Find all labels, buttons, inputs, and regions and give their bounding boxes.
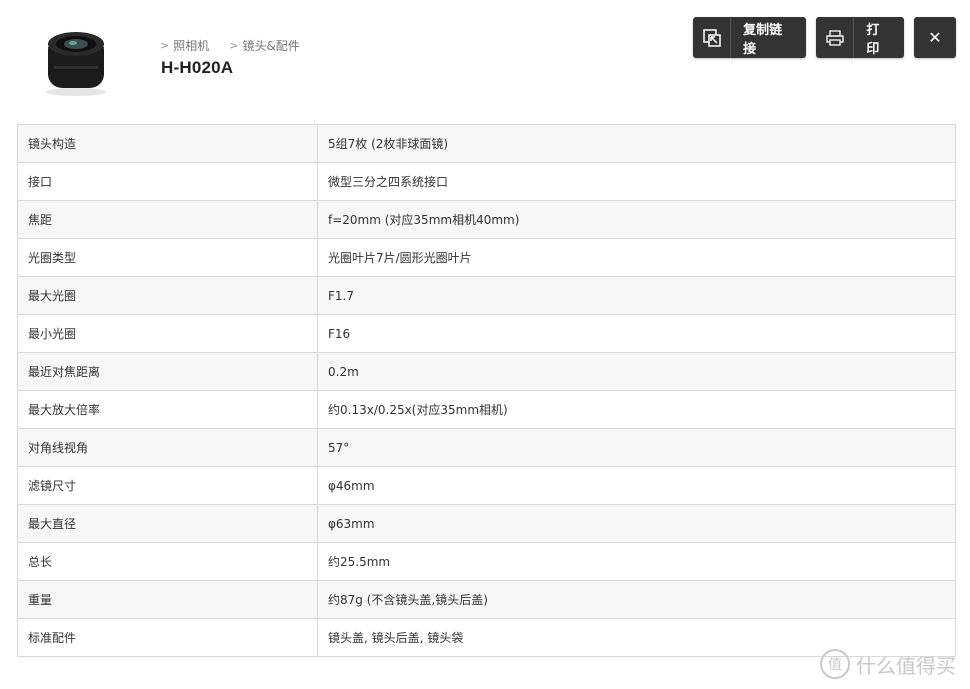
spec-value: 约25.5mm	[317, 542, 956, 581]
spec-value: f=20mm (对应35mm相机40mm)	[317, 200, 956, 239]
table-row: 对角线视角 57°	[17, 428, 956, 467]
breadcrumb-item-lenses[interactable]: > 镜头&配件	[229, 37, 300, 54]
spec-value: 光圈叶片7片/圆形光圈叶片	[317, 238, 956, 277]
chevron-right-icon: >	[160, 39, 170, 52]
spec-label: 焦距	[17, 200, 318, 239]
copy-link-label: 复制链接	[743, 22, 783, 57]
close-icon: ✕	[928, 28, 942, 47]
table-row: 光圈类型 光圈叶片7片/圆形光圈叶片	[17, 238, 956, 277]
print-button[interactable]: 打印	[816, 17, 904, 58]
external-link-icon	[693, 17, 732, 58]
table-row: 焦距 f=20mm (对应35mm相机40mm)	[17, 200, 956, 239]
spec-label: 最大直径	[17, 504, 318, 543]
table-row: 重量 约87g (不含镜头盖,镜头后盖)	[17, 580, 956, 619]
spec-value: 5组7枚 (2枚非球面镜)	[317, 124, 956, 163]
lens-product-image	[46, 32, 106, 96]
spec-value: 0.2m	[317, 352, 956, 391]
watermark-badge: 值	[820, 649, 850, 679]
spec-label: 接口	[17, 162, 318, 201]
spec-value: 约0.13x/0.25x(对应35mm相机)	[317, 390, 956, 429]
table-row: 滤镜尺寸 φ46mm	[17, 466, 956, 505]
table-row: 接口 微型三分之四系统接口	[17, 162, 956, 201]
chevron-right-icon: >	[229, 39, 239, 52]
spec-label: 光圈类型	[17, 238, 318, 277]
spec-label: 重量	[17, 580, 318, 619]
table-row: 镜头构造 5组7枚 (2枚非球面镜)	[17, 124, 956, 163]
watermark-text: 什么值得买	[856, 653, 956, 678]
table-row: 最大光圈 F1.7	[17, 276, 956, 315]
printer-icon	[816, 17, 855, 58]
spec-value: F1.7	[317, 276, 956, 315]
breadcrumb-label: 照相机	[173, 39, 210, 53]
watermark: 值 什么值得买	[820, 649, 956, 679]
spec-value: 微型三分之四系统接口	[317, 162, 956, 201]
spec-value: F16	[317, 314, 956, 353]
spec-label: 最近对焦距离	[17, 352, 318, 391]
spec-value: φ63mm	[317, 504, 956, 543]
spec-value: 57°	[317, 428, 956, 467]
close-button[interactable]: ✕	[914, 17, 956, 58]
spec-label: 镜头构造	[17, 124, 318, 163]
spec-label: 总长	[17, 542, 318, 581]
table-row: 最大直径 φ63mm	[17, 504, 956, 543]
table-row: 最近对焦距离 0.2m	[17, 352, 956, 391]
breadcrumb: > 照相机 > 镜头&配件	[160, 37, 314, 54]
page-header: > 照相机 > 镜头&配件 H-H020A 复制链接 打印 ✕	[0, 0, 970, 110]
spec-label: 对角线视角	[17, 428, 318, 467]
breadcrumb-label: 镜头&配件	[242, 39, 300, 53]
copy-link-button[interactable]: 复制链接	[693, 17, 806, 58]
spec-label: 最小光圈	[17, 314, 318, 353]
spec-label: 滤镜尺寸	[17, 466, 318, 505]
spec-table: 镜头构造 5组7枚 (2枚非球面镜) 接口 微型三分之四系统接口 焦距 f=20mm …	[17, 124, 956, 657]
page-title: H-H020A	[161, 58, 234, 77]
table-row: 标准配件 镜头盖, 镜头后盖, 镜头袋	[17, 618, 956, 657]
spec-label: 标准配件	[17, 618, 318, 657]
table-row: 总长 约25.5mm	[17, 542, 956, 581]
table-row: 最大放大倍率 约0.13x/0.25x(对应35mm相机)	[17, 390, 956, 429]
print-label: 打印	[866, 22, 880, 57]
spec-label: 最大光圈	[17, 276, 318, 315]
breadcrumb-item-cameras[interactable]: > 照相机	[160, 37, 209, 54]
spec-value: φ46mm	[317, 466, 956, 505]
spec-value: 约87g (不含镜头盖,镜头后盖)	[317, 580, 956, 619]
table-row: 最小光圈 F16	[17, 314, 956, 353]
spec-label: 最大放大倍率	[17, 390, 318, 429]
